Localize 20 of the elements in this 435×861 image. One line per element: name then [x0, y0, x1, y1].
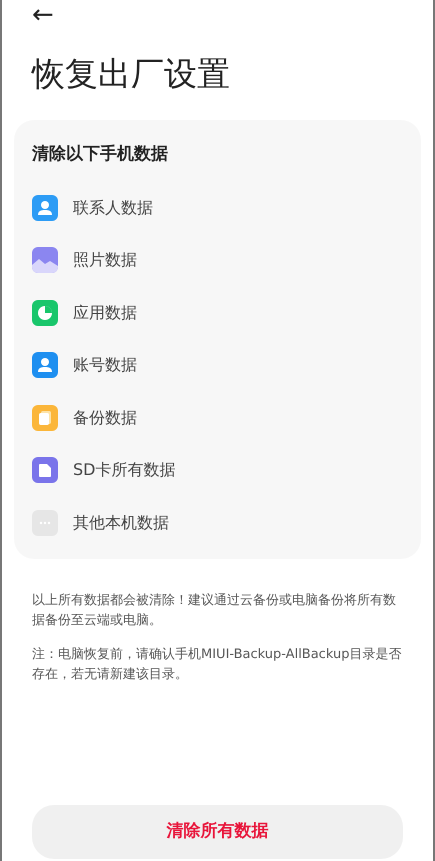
file-icon [32, 457, 58, 484]
data-item: 联系人数据 [73, 196, 153, 219]
data-item: 应用数据 [73, 302, 137, 324]
note-text: 以上所有数据都会被清除！建议通过云备份或电脑备份将所有数据备份至云端或电脑。 [32, 592, 397, 630]
data-item: 照片数据 [73, 249, 137, 272]
more-icon [32, 510, 58, 536]
data-item: 其他本机数据 [73, 512, 169, 534]
data-item: SD卡所有数据 [73, 459, 176, 482]
back-button[interactable]: ← [32, 2, 54, 28]
page-title: 恢复出厂设置 [32, 53, 231, 95]
person-icon [32, 352, 58, 378]
pie-chart-icon [32, 300, 58, 326]
clear-all-button[interactable]: 清除所有数据 [32, 805, 403, 859]
data-item: 备份数据 [73, 406, 137, 429]
documents-icon [32, 404, 58, 431]
landscape-icon [32, 247, 58, 274]
data-item: 账号数据 [73, 354, 137, 376]
person-icon [32, 194, 58, 221]
note-text: 注：电脑恢复前，请确认手机MIUI-Backup-AllBackup目录是否存在，若无请新建该目录。 [32, 646, 402, 684]
card-title: 清除以下手机数据 [32, 143, 169, 166]
